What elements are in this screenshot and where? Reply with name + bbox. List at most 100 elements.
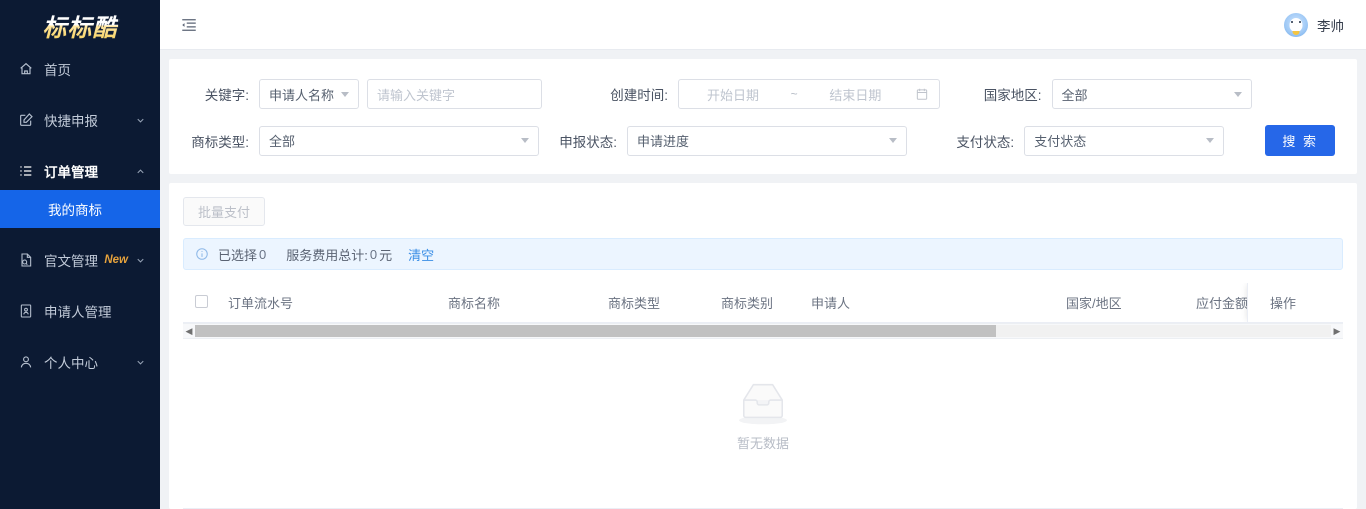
pay-status-select[interactable]: 支付状态	[1024, 125, 1225, 156]
filter-row-2: 商标类型: 全部 申报状态: 申请进度 支付状态: 支付状态 搜 索	[179, 125, 1335, 156]
country-field: 国家地区: 全部	[976, 79, 1252, 109]
table-header-action: 操作	[1247, 283, 1343, 322]
username-label: 李帅	[1317, 18, 1344, 34]
table-header-country-region: 国家/地区	[1066, 296, 1122, 311]
info-circle-icon	[195, 247, 209, 261]
chevron-down-icon	[889, 138, 897, 143]
bulk-pay-button[interactable]: 批量支付	[183, 197, 266, 226]
chevron-down-icon	[1206, 138, 1215, 143]
create-time-field: 创建时间: 开始日期 ~ 结束日期	[586, 79, 940, 109]
keyword-input[interactable]: 请输入关键字	[367, 79, 542, 109]
selection-summary-bar: 已选择 0 服务费用总计: 0 元 清空	[183, 238, 1343, 270]
scroll-right-arrow[interactable]: ▶	[1331, 325, 1343, 337]
table-header-trademark-name: 商标名称	[448, 296, 501, 311]
country-value: 全部	[1061, 87, 1088, 103]
content-area: 关键字: 申请人名称 请输入关键字 创建时间: 开始日期 ~ 结束日期 国家地区…	[160, 50, 1366, 509]
pay-status-value: 支付状态	[1034, 134, 1087, 149]
trademark-type-select[interactable]: 全部	[259, 125, 539, 156]
chevron-up-icon	[134, 165, 146, 177]
pay-status-field: 支付状态: 支付状态	[948, 125, 1225, 156]
sidebar-item-official-docs[interactable]: 官文管理 New	[0, 241, 160, 279]
scrollbar-track[interactable]	[195, 325, 1331, 337]
chevron-down-icon	[134, 114, 146, 126]
user-menu[interactable]: 李帅	[1284, 12, 1344, 37]
app-root: 标标酷 首页 快捷申报 订单管理 我的商标 官文管理 New 申请人管理 个人中…	[0, 0, 1366, 509]
new-badge: New	[104, 254, 128, 266]
sidebar: 标标酷 首页 快捷申报 订单管理 我的商标 官文管理 New 申请人管理 个人中…	[0, 0, 160, 509]
keyword-type-select[interactable]: 申请人名称	[259, 79, 359, 109]
document-check-icon	[18, 252, 34, 268]
chevron-down-icon	[521, 138, 529, 143]
sidebar-item-order-management[interactable]: 订单管理	[0, 152, 160, 190]
sidebar-item-label: 首页	[44, 63, 71, 78]
order-table: 订单流水号 商标名称 商标类型 商标类别 申请人 国家/地区 应付金额 操作 ◀	[183, 283, 1343, 509]
start-date-placeholder: 开始日期	[706, 87, 759, 103]
sidebar-nav: 首页 快捷申报 订单管理 我的商标 官文管理 New 申请人管理 个人中心	[0, 50, 160, 381]
user-icon	[18, 354, 34, 370]
menu-fold-icon[interactable]	[180, 16, 198, 34]
sidebar-item-home[interactable]: 首页	[0, 50, 160, 88]
sidebar-item-my-trademarks[interactable]: 我的商标	[0, 190, 160, 228]
declare-status-select[interactable]: 申请进度	[627, 125, 907, 156]
sidebar-subitem-label: 我的商标	[48, 203, 102, 218]
search-button[interactable]: 搜 索	[1265, 125, 1335, 156]
list-icon	[18, 163, 34, 179]
end-date-placeholder: 结束日期	[829, 87, 882, 103]
table-header-applicant: 申请人	[811, 296, 851, 311]
fee-total-value: 0	[369, 246, 378, 262]
top-bar: 李帅	[160, 0, 1366, 50]
keyword-field: 关键字: 申请人名称 请输入关键字	[179, 79, 542, 109]
fee-total-label: 服务费用总计:	[286, 247, 368, 263]
create-time-range-picker[interactable]: 开始日期 ~ 结束日期	[678, 79, 940, 109]
table-header-trademark-class: 商标类别	[721, 296, 774, 311]
sidebar-item-quick-declare[interactable]: 快捷申报	[0, 101, 160, 139]
date-separator: ~	[790, 87, 798, 101]
sidebar-item-label: 申请人管理	[44, 305, 112, 320]
declare-status-value: 申请进度	[637, 134, 690, 149]
sidebar-item-label: 个人中心	[44, 356, 98, 371]
chevron-down-icon	[341, 91, 349, 97]
declare-status-label: 申报状态:	[559, 134, 617, 150]
sidebar-item-personal-center[interactable]: 个人中心	[0, 343, 160, 381]
avatar-eye-right	[1299, 20, 1301, 23]
select-all-checkbox-cell	[183, 294, 228, 311]
selected-label: 已选择	[218, 247, 258, 263]
scrollbar-thumb[interactable]	[195, 325, 996, 337]
calendar-icon	[915, 87, 929, 101]
chevron-down-icon	[1233, 91, 1242, 97]
avatar-beak	[1292, 30, 1300, 35]
table-header-row: 订单流水号 商标名称 商标类型 商标类别 申请人 国家/地区 应付金额 操作	[183, 283, 1343, 323]
keyword-label: 关键字:	[204, 88, 249, 103]
empty-state: 暂无数据	[183, 339, 1343, 508]
trademark-type-value: 全部	[269, 134, 296, 149]
sidebar-item-label: 订单管理	[44, 165, 98, 180]
country-select[interactable]: 全部	[1051, 79, 1252, 109]
table-horizontal-scrollbar[interactable]: ◀ ▶	[183, 323, 1343, 339]
table-header-order-no: 订单流水号	[228, 296, 294, 311]
sidebar-item-applicant-management[interactable]: 申请人管理	[0, 292, 160, 330]
keyword-placeholder: 请输入关键字	[377, 87, 456, 103]
selected-count: 0	[259, 246, 267, 262]
empty-inbox-icon	[732, 377, 794, 427]
home-icon	[18, 61, 34, 77]
chevron-down-icon	[134, 356, 146, 368]
sidebar-item-label: 官文管理	[44, 254, 98, 269]
create-time-label: 创建时间:	[610, 88, 668, 103]
avatar[interactable]	[1284, 12, 1308, 37]
table-header-trademark-type: 商标类型	[608, 296, 661, 311]
applicant-document-icon	[18, 303, 34, 319]
scroll-left-arrow[interactable]: ◀	[183, 325, 195, 337]
pay-status-label: 支付状态:	[956, 134, 1015, 150]
clear-selection-link[interactable]: 清空	[408, 245, 434, 264]
logo[interactable]: 标标酷	[0, 0, 160, 50]
select-all-checkbox[interactable]	[195, 294, 208, 308]
main-area: 李帅 关键字: 申请人名称 请输入关键字 创建时间: 开始日期 ~ 结束日期 国…	[160, 0, 1366, 509]
avatar-eye-left	[1291, 20, 1293, 23]
filter-row-1: 关键字: 申请人名称 请输入关键字 创建时间: 开始日期 ~ 结束日期 国家地区…	[179, 79, 1335, 109]
sidebar-item-label: 快捷申报	[44, 114, 98, 129]
declare-status-field: 申报状态: 申请进度	[547, 125, 907, 156]
